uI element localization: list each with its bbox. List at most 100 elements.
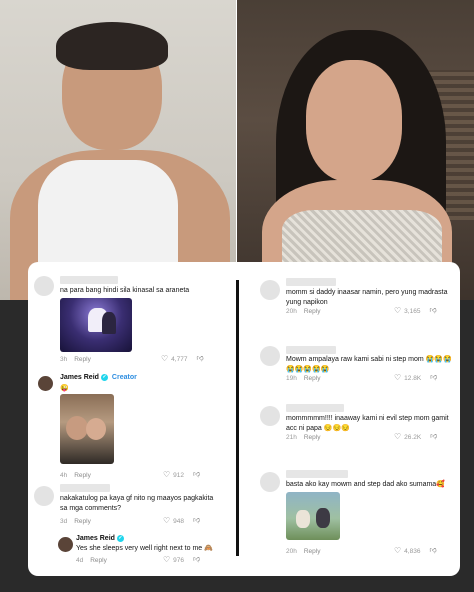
heart-icon[interactable]: ♡ xyxy=(394,374,401,382)
verified-badge-icon: ✓ xyxy=(116,535,124,542)
reply-button[interactable]: Reply xyxy=(74,356,91,363)
comment-time: 20h xyxy=(286,548,297,555)
comment: mommmmm!!!! inaaway kami ni evil step mo… xyxy=(242,400,460,450)
avatar[interactable] xyxy=(38,376,53,391)
comment-text-line: Mowm ampalaya raw kami sabi ni step mom … xyxy=(286,356,452,363)
comment-text: momm si daddy inaasar namin, pero yung m… xyxy=(286,288,456,308)
avatar[interactable] xyxy=(260,406,280,426)
comment-image[interactable] xyxy=(286,492,340,540)
username-placeholder[interactable] xyxy=(286,346,336,354)
reply-button[interactable]: Reply xyxy=(304,434,321,441)
comment-meta: 3d Reply xyxy=(60,518,91,525)
avatar[interactable] xyxy=(58,537,73,552)
author-name: James Reid xyxy=(76,535,115,542)
comment-time: 4h xyxy=(60,472,68,479)
heart-icon[interactable]: ♡ xyxy=(163,556,170,564)
avatar[interactable] xyxy=(34,486,54,506)
comment-meta: 4h Reply xyxy=(60,472,91,479)
like-count: 4,836 xyxy=(404,547,421,555)
reply-button[interactable]: Reply xyxy=(304,548,321,555)
comment-text-line: acc ni papa 😔😔😔 xyxy=(286,425,350,432)
comment: basta ako kay mowm and step dad ako suma… xyxy=(242,466,460,566)
username-placeholder[interactable] xyxy=(286,278,336,286)
like-control[interactable]: ♡ 26.2K 👎︎ xyxy=(394,433,437,441)
comment-text-line: 😭😭😭😭😭 xyxy=(286,366,330,373)
heart-icon[interactable]: ♡ xyxy=(161,355,168,363)
heart-icon[interactable]: ♡ xyxy=(394,547,401,555)
comment-image[interactable] xyxy=(60,394,114,464)
author-name: James Reid xyxy=(60,374,99,381)
username-placeholder[interactable] xyxy=(286,404,344,412)
like-control[interactable]: ♡ 12.8K 👎︎ xyxy=(394,374,437,382)
comment-text: 😜 xyxy=(60,385,69,392)
dislike-icon[interactable]: 👎︎ xyxy=(430,433,437,441)
comment-text: basta ako kay mowm and step dad ako suma… xyxy=(286,481,445,488)
reply-button[interactable]: Reply xyxy=(74,518,91,525)
reply-button[interactable]: Reply xyxy=(74,472,91,479)
dislike-icon[interactable]: 👎︎ xyxy=(193,517,200,525)
heart-icon[interactable]: ♡ xyxy=(163,517,170,525)
heart-icon[interactable]: ♡ xyxy=(394,307,401,315)
image-figure xyxy=(86,418,106,440)
comment-meta: 19h Reply xyxy=(286,375,320,382)
comment-meta: 4d Reply xyxy=(76,557,107,564)
comment-time: 20h xyxy=(286,308,297,315)
like-control[interactable]: ♡ 4,836 👎︎ xyxy=(394,547,437,555)
dislike-icon[interactable]: 👎︎ xyxy=(193,556,200,564)
comment-time: 3h xyxy=(60,356,68,363)
verified-badge-icon: ✓ xyxy=(100,374,108,381)
photo-divider xyxy=(236,0,237,300)
comment-time: 21h xyxy=(286,434,297,441)
like-control[interactable]: ♡ 948 👎︎ xyxy=(163,517,200,525)
reply-button[interactable]: Reply xyxy=(90,557,107,564)
comment: James Reid ✓ Yes she sleeps very well ri… xyxy=(28,532,234,572)
dislike-icon[interactable]: 👎︎ xyxy=(429,547,436,555)
comment-text-line: sa mga comments? xyxy=(60,505,122,512)
comment-meta: 20h Reply xyxy=(286,308,320,315)
image-figure xyxy=(66,416,88,440)
like-count: 4,777 xyxy=(171,355,188,363)
reply-button[interactable]: Reply xyxy=(304,375,321,382)
comment: James Reid ✓ Creator 😜 4h Reply ♡ 912 👎︎ xyxy=(28,370,234,479)
dislike-icon[interactable]: 👎︎ xyxy=(430,374,437,382)
creator-name[interactable]: James Reid ✓ xyxy=(76,535,124,542)
photo-left xyxy=(0,0,236,300)
username-placeholder[interactable] xyxy=(286,470,348,478)
like-count: 12.8K xyxy=(404,374,422,382)
creator-name[interactable]: James Reid ✓ Creator xyxy=(60,374,137,381)
comment: Mowm ampalaya raw kami sabi ni step mom … xyxy=(242,340,460,390)
comment-text-line: nakakatulog pa kaya gf nito ng maayos pa… xyxy=(60,495,214,502)
comment-meta: 21h Reply xyxy=(286,434,320,441)
like-count: 976 xyxy=(173,556,185,564)
comment-meta: 3h Reply xyxy=(60,356,91,363)
avatar[interactable] xyxy=(34,276,54,296)
like-count: 26.2K xyxy=(404,433,422,441)
dislike-icon[interactable]: 👎︎ xyxy=(196,355,203,363)
avatar[interactable] xyxy=(260,346,280,366)
man-figure-hair xyxy=(56,22,168,70)
comment-text: Yes she sleeps very well right next to m… xyxy=(76,545,213,552)
comment: momm si daddy inaasar namin, pero yung m… xyxy=(242,262,460,322)
comment-meta: 20h Reply xyxy=(286,548,320,555)
comment-time: 4d xyxy=(76,557,84,564)
dislike-icon[interactable]: 👎︎ xyxy=(193,471,200,479)
comment-image[interactable] xyxy=(60,298,132,352)
comments-card: na para bang hindi sila kinasal sa arane… xyxy=(28,262,460,576)
comment-time: 19h xyxy=(286,375,297,382)
avatar[interactable] xyxy=(260,280,280,300)
reply-button[interactable]: Reply xyxy=(304,308,321,315)
like-control[interactable]: ♡ 4,777 👎︎ xyxy=(161,355,204,363)
comment: na para bang hindi sila kinasal sa arane… xyxy=(28,262,234,372)
heart-icon[interactable]: ♡ xyxy=(163,471,170,479)
like-control[interactable]: ♡ 976 👎︎ xyxy=(163,556,200,564)
image-figure xyxy=(316,508,330,528)
comment-text: nakakatulog pa kaya gf nito ng maayos pa… xyxy=(60,494,232,514)
avatar[interactable] xyxy=(260,472,280,492)
like-control[interactable]: ♡ 3,165 👎︎ xyxy=(394,307,437,315)
username-placeholder[interactable] xyxy=(60,276,118,284)
heart-icon[interactable]: ♡ xyxy=(394,433,401,441)
username-placeholder[interactable] xyxy=(60,484,110,492)
woman-figure-face xyxy=(306,60,402,182)
like-control[interactable]: ♡ 912 👎︎ xyxy=(163,471,200,479)
dislike-icon[interactable]: 👎︎ xyxy=(429,307,436,315)
